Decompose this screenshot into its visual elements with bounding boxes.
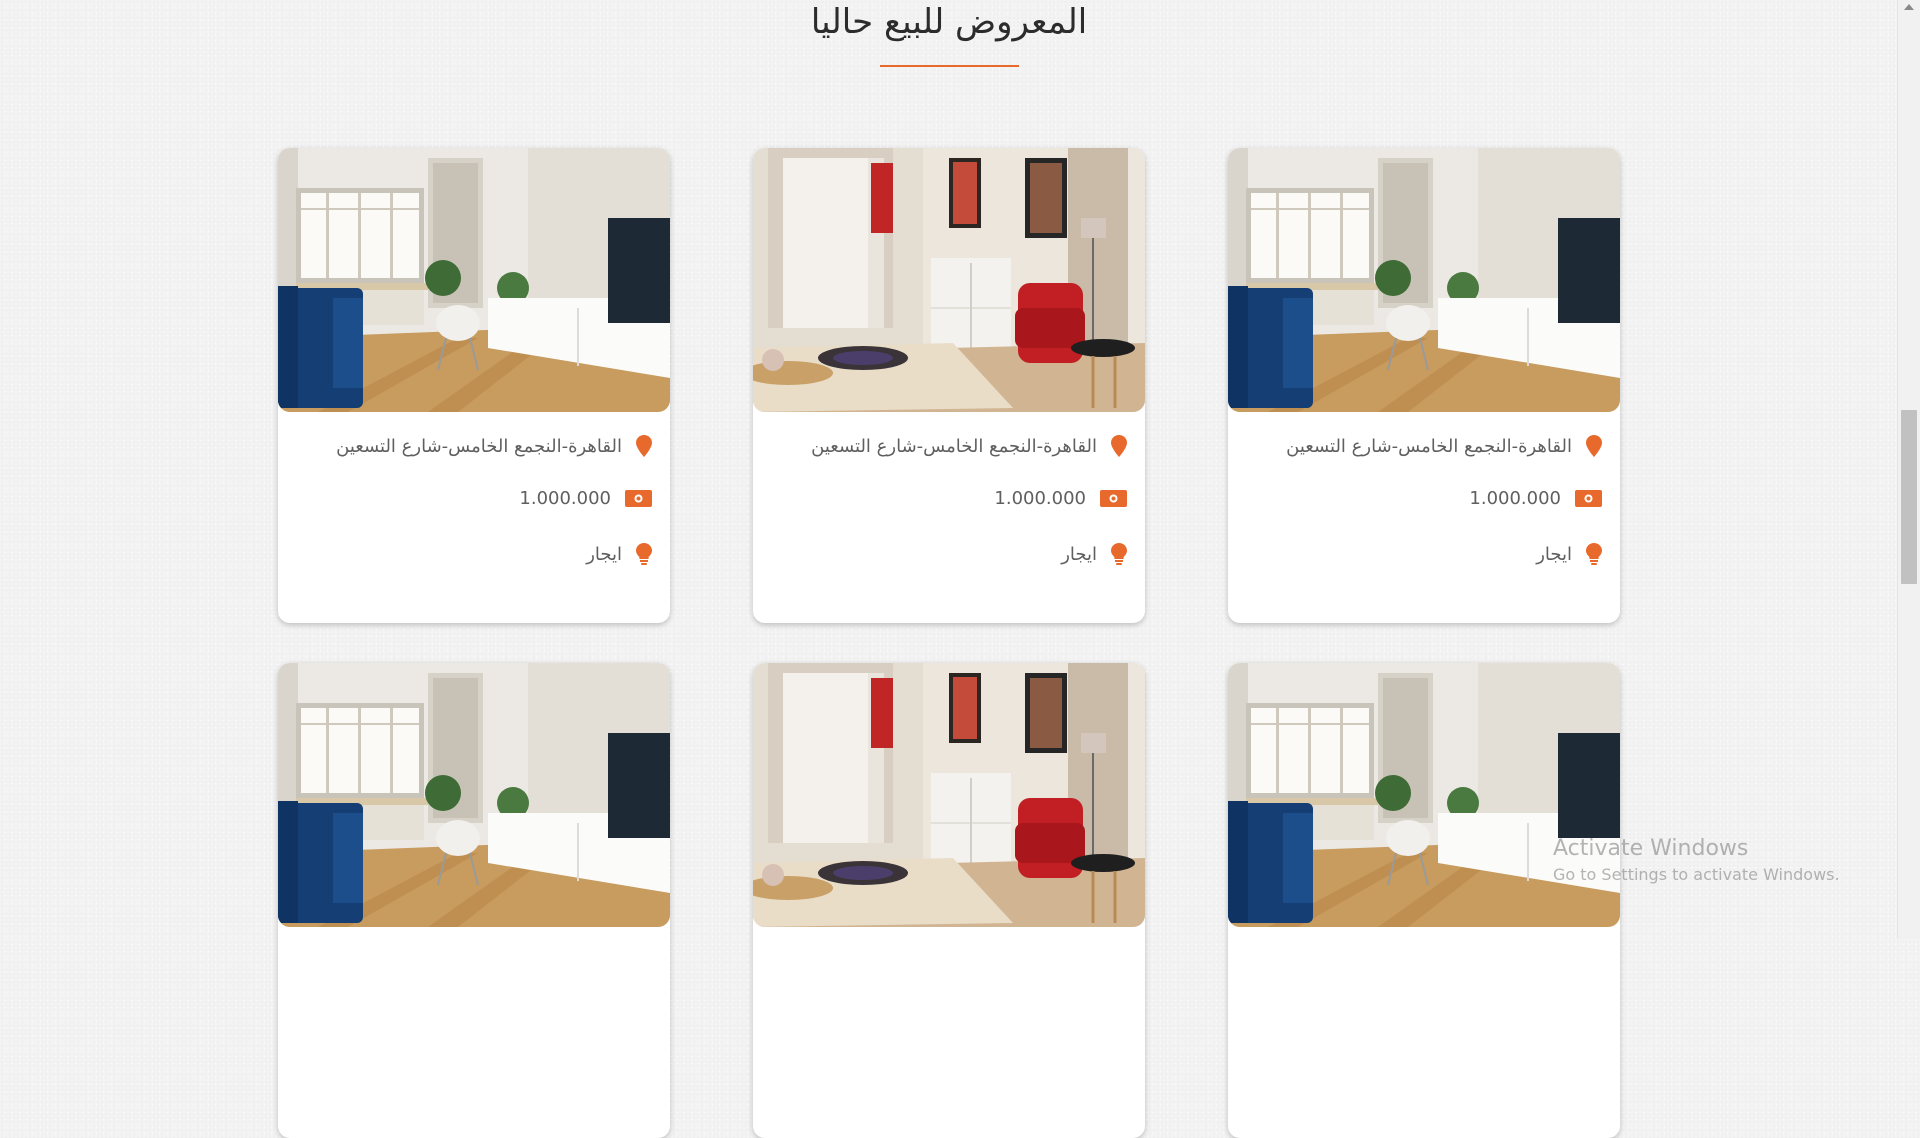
windows-activation-watermark: Activate Windows Go to Settings to activ… — [1553, 836, 1883, 884]
living-room-blue-sofa-photo[interactable] — [1228, 663, 1620, 927]
map-pin-icon — [636, 435, 652, 457]
lightbulb-icon — [1586, 543, 1602, 565]
card-type: ايجار — [586, 543, 622, 565]
card-location: القاهرة-النجمع الخامس-شارع التسعين — [336, 435, 622, 457]
living-room-blue-sofa-photo[interactable] — [278, 663, 670, 927]
living-room-blue-sofa-photo[interactable] — [1228, 148, 1620, 412]
property-card[interactable]: القاهرة-النجمع الخامس-شارع التسعين 1.000… — [753, 148, 1145, 623]
property-card[interactable]: القاهرة-النجمع الخامس-شارع التسعين 1.000… — [278, 148, 670, 623]
card-price: 1.000.000 — [1469, 487, 1561, 509]
card-price: 1.000.000 — [519, 487, 611, 509]
lightbulb-icon — [636, 543, 652, 565]
card-price: 1.000.000 — [994, 487, 1086, 509]
living-room-blue-sofa-photo[interactable] — [278, 148, 670, 412]
property-card[interactable] — [278, 663, 670, 1138]
watermark-subtitle: Go to Settings to activate Windows. — [1553, 865, 1840, 884]
property-card[interactable]: القاهرة-النجمع الخامس-شارع التسعين 1.000… — [1228, 148, 1620, 623]
card-location: القاهرة-النجمع الخامس-شارع التسعين — [811, 435, 1097, 457]
property-card[interactable] — [753, 663, 1145, 1138]
card-location: القاهرة-النجمع الخامس-شارع التسعين — [1286, 435, 1572, 457]
scrollbar-thumb[interactable] — [1901, 410, 1917, 584]
map-pin-icon — [1586, 435, 1602, 457]
vertical-scrollbar[interactable] — [1897, 0, 1920, 939]
living-room-red-chair-photo[interactable] — [753, 148, 1145, 412]
watermark-title: Activate Windows — [1553, 836, 1749, 861]
banknote-icon — [1100, 489, 1127, 507]
section-title: المعروض للبيع حاليا — [810, 2, 1088, 42]
card-type: ايجار — [1536, 543, 1572, 565]
living-room-red-chair-photo[interactable] — [753, 663, 1145, 927]
map-pin-icon — [1111, 435, 1127, 457]
scroll-up-arrow-icon[interactable] — [1904, 4, 1914, 10]
banknote-icon — [625, 489, 652, 507]
property-card[interactable] — [1228, 663, 1620, 1138]
title-underline — [880, 65, 1019, 67]
card-type: ايجار — [1061, 543, 1097, 565]
lightbulb-icon — [1111, 543, 1127, 565]
banknote-icon — [1575, 489, 1602, 507]
